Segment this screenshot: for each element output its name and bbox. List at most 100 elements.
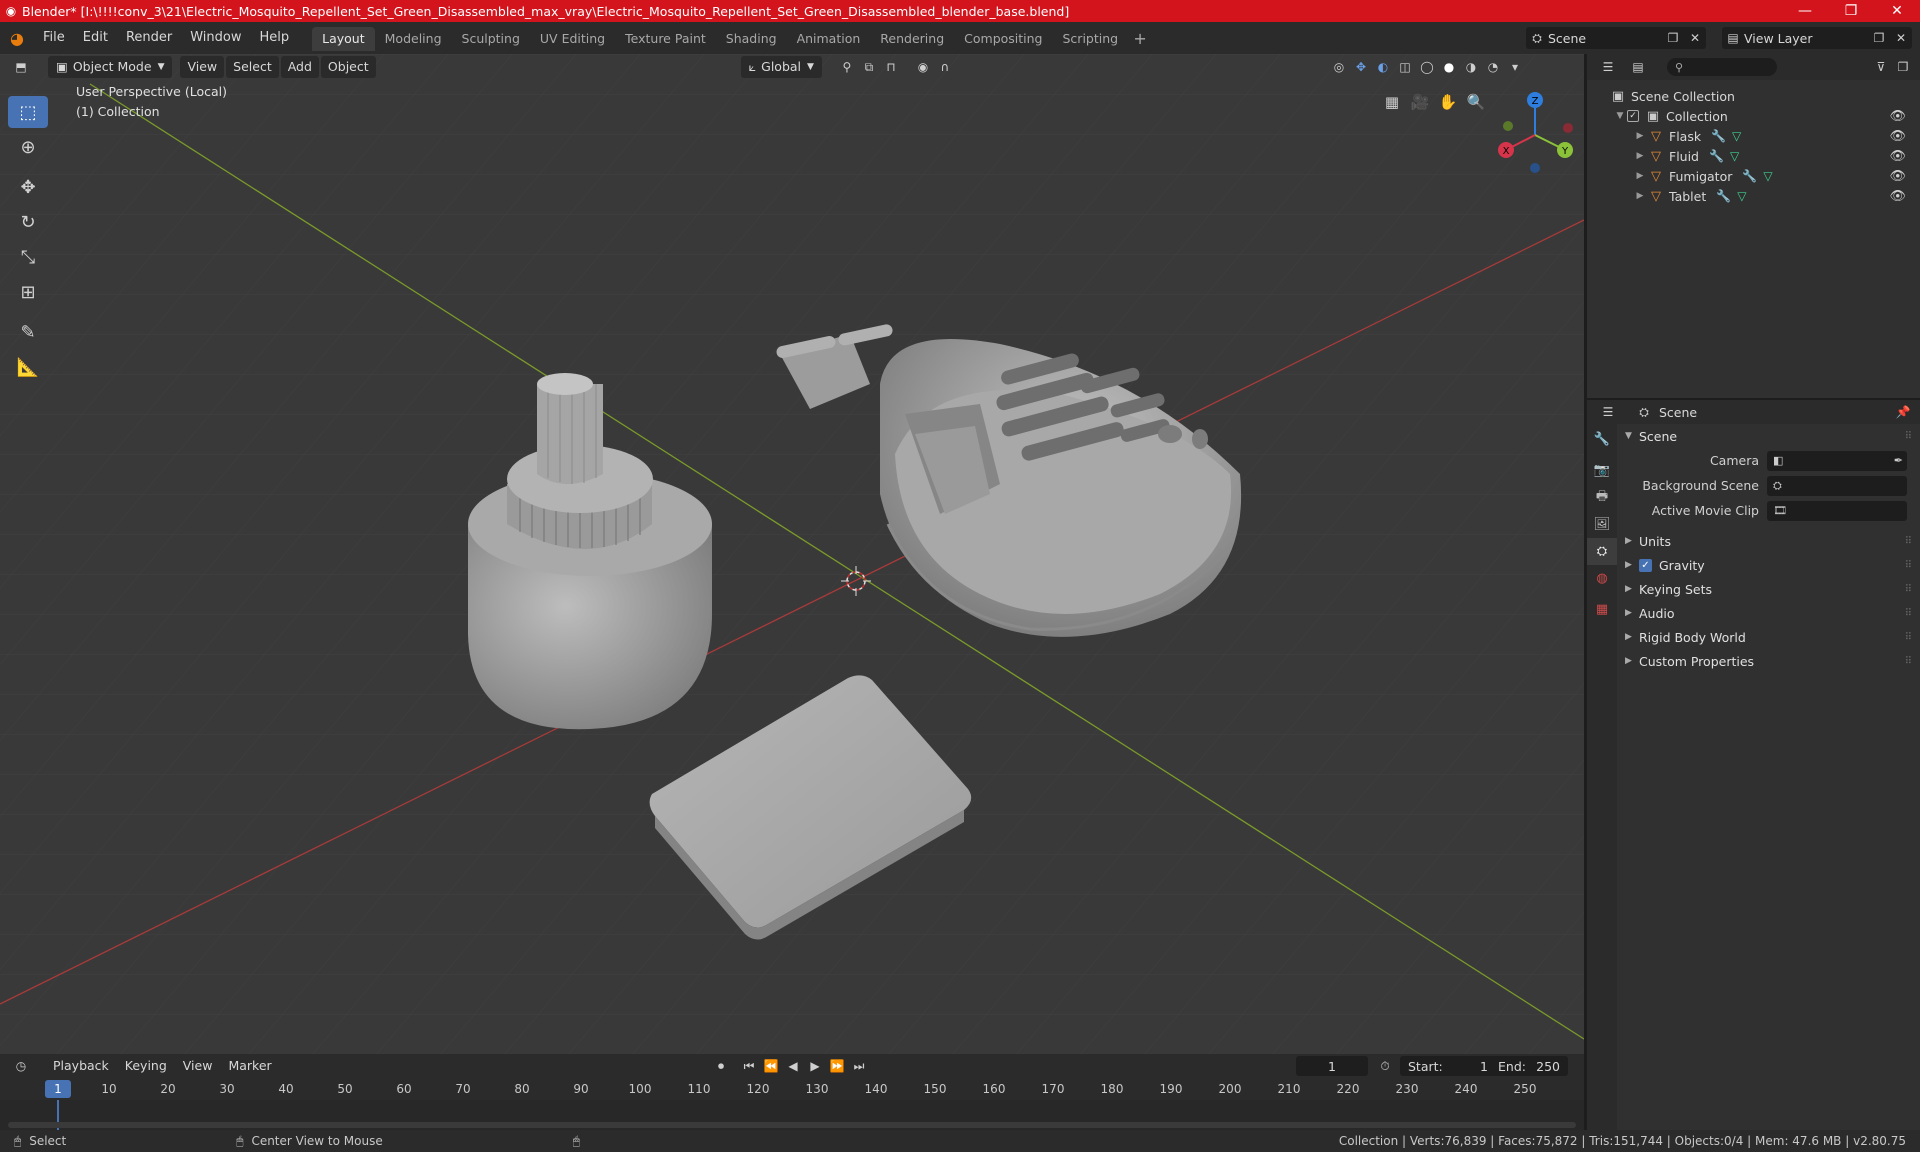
- eye-icon[interactable]: 👁: [1889, 129, 1906, 144]
- timeline-menu-playback[interactable]: Playback: [46, 1055, 116, 1077]
- modifier-wrench-icon[interactable]: 🔧: [1742, 169, 1757, 183]
- outliner-search-input[interactable]: ⚲: [1667, 58, 1777, 76]
- start-frame-field[interactable]: Start: 1: [1400, 1056, 1496, 1076]
- mesh-data-icon[interactable]: ▽: [1763, 169, 1772, 183]
- camera-field[interactable]: ◧ ✒: [1767, 450, 1907, 471]
- measure-tool[interactable]: 📐: [8, 351, 48, 383]
- units-panel-header[interactable]: ▶ Units ⠿: [1617, 529, 1920, 553]
- tab-rendering[interactable]: Rendering: [870, 27, 954, 51]
- scene-collection-row[interactable]: ▣ Scene Collection: [1587, 86, 1920, 106]
- tab-output[interactable]: 🖶: [1587, 484, 1617, 511]
- add-workspace-button[interactable]: +: [1128, 27, 1152, 51]
- camera-view-icon[interactable]: 🎥: [1406, 88, 1434, 116]
- expand-triangle-icon[interactable]: ▼: [1613, 111, 1627, 121]
- gravity-panel-header[interactable]: ▶ ✓ Gravity ⠿: [1617, 553, 1920, 577]
- tab-sculpting[interactable]: Sculpting: [452, 27, 530, 51]
- expand-triangle-icon[interactable]: ▶: [1633, 131, 1647, 141]
- timeline-scrollbar[interactable]: [8, 1122, 1576, 1128]
- minimize-button[interactable]: —: [1782, 0, 1828, 22]
- play-icon[interactable]: ▶: [804, 1055, 826, 1077]
- current-frame-indicator[interactable]: 1: [45, 1080, 71, 1098]
- play-reverse-icon[interactable]: ◀: [782, 1055, 804, 1077]
- background-scene-field[interactable]: ⛭: [1767, 475, 1907, 496]
- new-scene-icon[interactable]: ❐: [1662, 27, 1684, 49]
- outliner-item-fluid[interactable]: ▶ ▽ Fluid 🔧 ▽ 👁: [1587, 146, 1920, 166]
- stopwatch-icon[interactable]: ⏱: [1374, 1055, 1396, 1077]
- scale-tool[interactable]: ⤡: [8, 241, 48, 273]
- keying-sets-panel-header[interactable]: ▶ Keying Sets ⠿: [1617, 577, 1920, 601]
- modifier-wrench-icon[interactable]: 🔧: [1716, 189, 1731, 203]
- cursor-tool[interactable]: ⊕: [8, 131, 48, 163]
- timeline-menu-keying[interactable]: Keying: [118, 1055, 174, 1077]
- orientation-dropdown[interactable]: ⟀ Global ▼: [740, 56, 822, 78]
- falloff-icon[interactable]: ∩: [934, 56, 956, 78]
- timeline-menu-view[interactable]: View: [176, 1055, 220, 1077]
- modifier-wrench-icon[interactable]: 🔧: [1711, 129, 1726, 143]
- move-tool[interactable]: ✥: [8, 171, 48, 203]
- mesh-data-icon[interactable]: ▽: [1730, 149, 1739, 163]
- scene-selector[interactable]: ⛭ Scene ❐ ✕: [1526, 27, 1706, 49]
- outliner-item-fumigator[interactable]: ▶ ▽ Fumigator 🔧 ▽ 👁: [1587, 166, 1920, 186]
- modifier-wrench-icon[interactable]: 🔧: [1709, 149, 1724, 163]
- viewport-menu-object[interactable]: Object: [320, 56, 376, 78]
- properties-editor-icon[interactable]: ☰: [1597, 401, 1619, 423]
- maximize-button[interactable]: ❐: [1828, 0, 1874, 22]
- xray-icon[interactable]: ◫: [1394, 56, 1416, 78]
- menu-file[interactable]: File: [34, 26, 74, 50]
- tab-world[interactable]: ◍: [1587, 565, 1617, 592]
- timeline-ruler[interactable]: 1 10 20 30 40 50 60 70 80 90 100 110 120 130 140 150 16…: [0, 1078, 1584, 1100]
- tab-render[interactable]: 📷: [1587, 457, 1617, 484]
- annotate-tool[interactable]: ✎: [8, 316, 48, 348]
- tab-scene[interactable]: ⛭: [1587, 538, 1617, 565]
- timeline-editor-icon[interactable]: ◷: [10, 1055, 32, 1077]
- display-mode-icon[interactable]: ▤: [1627, 56, 1649, 78]
- outliner-item-tablet[interactable]: ▶ ▽ Tablet 🔧 ▽ 👁: [1587, 186, 1920, 206]
- navigation-gizmo[interactable]: Z Y X: [1490, 88, 1580, 178]
- prev-keyframe-icon[interactable]: ⏪: [760, 1055, 782, 1077]
- shading-options-icon[interactable]: ▾: [1504, 56, 1526, 78]
- transform-tool[interactable]: ⊞: [8, 276, 48, 308]
- tab-layout[interactable]: Layout: [312, 27, 375, 51]
- proportional-edit-icon[interactable]: ◉: [912, 56, 934, 78]
- drag-handle-icon[interactable]: ⠿: [1905, 632, 1912, 643]
- menu-window[interactable]: Window: [181, 26, 250, 50]
- tab-texture-paint[interactable]: Texture Paint: [615, 27, 716, 51]
- end-frame-field[interactable]: End: 250: [1490, 1056, 1568, 1076]
- expand-triangle-icon[interactable]: ▶: [1633, 171, 1647, 181]
- tab-texture[interactable]: ▦: [1587, 596, 1617, 623]
- expand-triangle-icon[interactable]: ▶: [1633, 151, 1647, 161]
- drag-handle-icon[interactable]: ⠿: [1905, 584, 1912, 595]
- toggle-perspective-icon[interactable]: ▦: [1378, 88, 1406, 116]
- viewport-menu-view[interactable]: View: [180, 56, 225, 78]
- 3d-viewport[interactable]: ⬒ ▣ Object Mode ▼ View Select Add Object…: [0, 54, 1584, 1054]
- tab-view-layer[interactable]: 🖼: [1587, 511, 1617, 538]
- current-frame-field[interactable]: 1: [1296, 1056, 1368, 1076]
- audio-panel-header[interactable]: ▶ Audio ⠿: [1617, 601, 1920, 625]
- mesh-data-icon[interactable]: ▽: [1737, 189, 1746, 203]
- viewport-menu-select[interactable]: Select: [226, 56, 279, 78]
- active-movie-clip-field[interactable]: 🎞: [1767, 500, 1907, 521]
- select-box-tool[interactable]: ⬚: [8, 96, 48, 128]
- view-layer-selector[interactable]: ▤ View Layer ❐ ✕: [1722, 27, 1912, 49]
- blender-logo-icon[interactable]: ◕: [0, 22, 34, 54]
- close-button[interactable]: ✕: [1874, 0, 1920, 22]
- visibility-icon[interactable]: ◎: [1328, 56, 1350, 78]
- delete-scene-icon[interactable]: ✕: [1684, 27, 1706, 49]
- eye-icon[interactable]: 👁: [1889, 189, 1906, 204]
- snap-target-icon[interactable]: ⊓: [880, 56, 902, 78]
- eye-icon[interactable]: 👁: [1889, 109, 1906, 124]
- rotate-tool[interactable]: ↻: [8, 206, 48, 238]
- drag-handle-icon[interactable]: ⠿: [1905, 656, 1912, 667]
- timeline-track-area[interactable]: [0, 1100, 1584, 1130]
- tab-uv-editing[interactable]: UV Editing: [530, 27, 615, 51]
- pin-icon[interactable]: 📌: [1892, 401, 1914, 423]
- collection-checkbox[interactable]: ✓: [1627, 110, 1639, 122]
- shading-wireframe-icon[interactable]: ◯: [1416, 56, 1438, 78]
- collection-row[interactable]: ▼ ✓ ▣ Collection 👁: [1587, 106, 1920, 126]
- shading-material-icon[interactable]: ◑: [1460, 56, 1482, 78]
- eye-icon[interactable]: 👁: [1889, 149, 1906, 164]
- snap-icon[interactable]: ⧉: [858, 56, 880, 78]
- jump-end-icon[interactable]: ⏭: [848, 1055, 870, 1077]
- expand-triangle-icon[interactable]: ▶: [1633, 191, 1647, 201]
- custom-properties-panel-header[interactable]: ▶ Custom Properties ⠿: [1617, 649, 1920, 673]
